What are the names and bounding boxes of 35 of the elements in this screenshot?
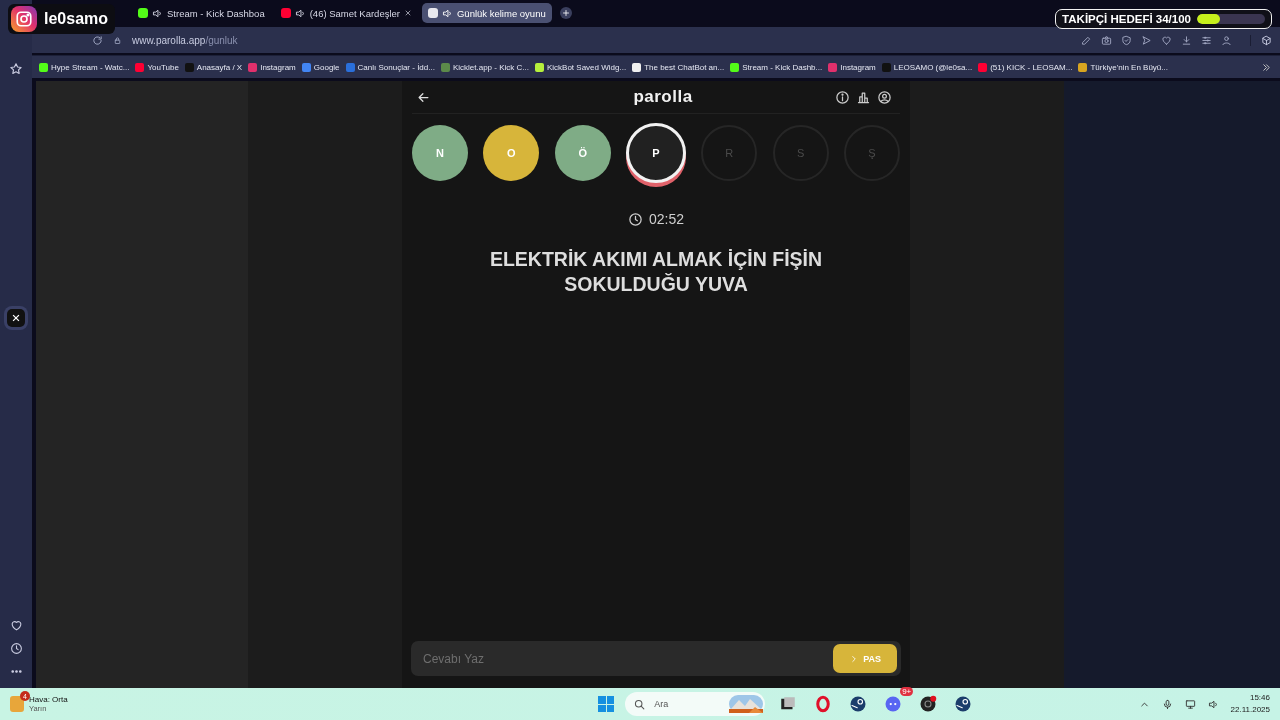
bookmark[interactable]: (51) KICK - LEOSAM... <box>975 62 1076 72</box>
tab-title: Stream - Kick Dashboa <box>167 7 265 19</box>
tab-title: Günlük kelime oyunu <box>457 7 546 19</box>
browser-tab[interactable]: Stream - Kick Dashboa <box>132 3 271 23</box>
tab-title: (46) Samet Kardeşler <box>309 7 400 19</box>
bookmark[interactable]: Instagram <box>245 62 299 72</box>
letter-circle: N <box>412 125 468 181</box>
bookmark[interactable]: Kicklet.app - Kick C... <box>437 62 532 72</box>
bookmark[interactable]: Anasayfa / X <box>181 62 246 72</box>
bookmark[interactable]: The best ChatBot an... <box>629 62 728 72</box>
bookmark[interactable]: Türkiye'nin En Büyü... <box>1075 62 1171 72</box>
notification-badge: 9+ <box>900 687 914 696</box>
bookmark[interactable]: Instagram <box>825 62 879 72</box>
weather-text: Hava: Orta <box>29 695 68 704</box>
question-text: ELEKTRİK AKIMI ALMAK İÇİN FİŞİN SOKULDUĞU YUVA <box>488 247 824 297</box>
bookmark[interactable]: Stream - Kick Dashb... <box>727 62 826 72</box>
letter-circle: O <box>483 125 540 181</box>
goal-text: TAKİPÇİ HEDEFİ 34/100 <box>1062 13 1191 25</box>
timer-text: 02:52 <box>648 211 684 227</box>
bookmark[interactable]: Hype Stream - Watc... <box>36 62 133 72</box>
browser-tab[interactable]: Günlük kelime oyunu <box>422 3 552 23</box>
browser-tab[interactable]: (46) Samet Kardeşler <box>274 3 418 23</box>
bookmark[interactable]: Canlı Sonuçlar - İdd... <box>342 62 438 72</box>
app-title: parolla <box>633 87 693 107</box>
bookmark[interactable]: Google <box>298 62 343 72</box>
username: le0samo <box>44 10 109 28</box>
clock-time[interactable]: 15:46 <box>1230 692 1270 704</box>
bookmark[interactable]: LEOSAMO (@le0sa... <box>878 62 976 72</box>
clock-date[interactable]: 22.11.2025 <box>1230 704 1270 716</box>
letter-circle: Ö <box>554 125 611 181</box>
url-text[interactable]: www.parolla.app/gunluk <box>132 34 238 46</box>
bookmark[interactable]: YouTube <box>132 62 182 72</box>
bookmark[interactable]: KickBot Saved Widg... <box>531 62 630 72</box>
search-field[interactable]: Ara <box>625 692 766 716</box>
letter-circle: P <box>626 123 686 183</box>
